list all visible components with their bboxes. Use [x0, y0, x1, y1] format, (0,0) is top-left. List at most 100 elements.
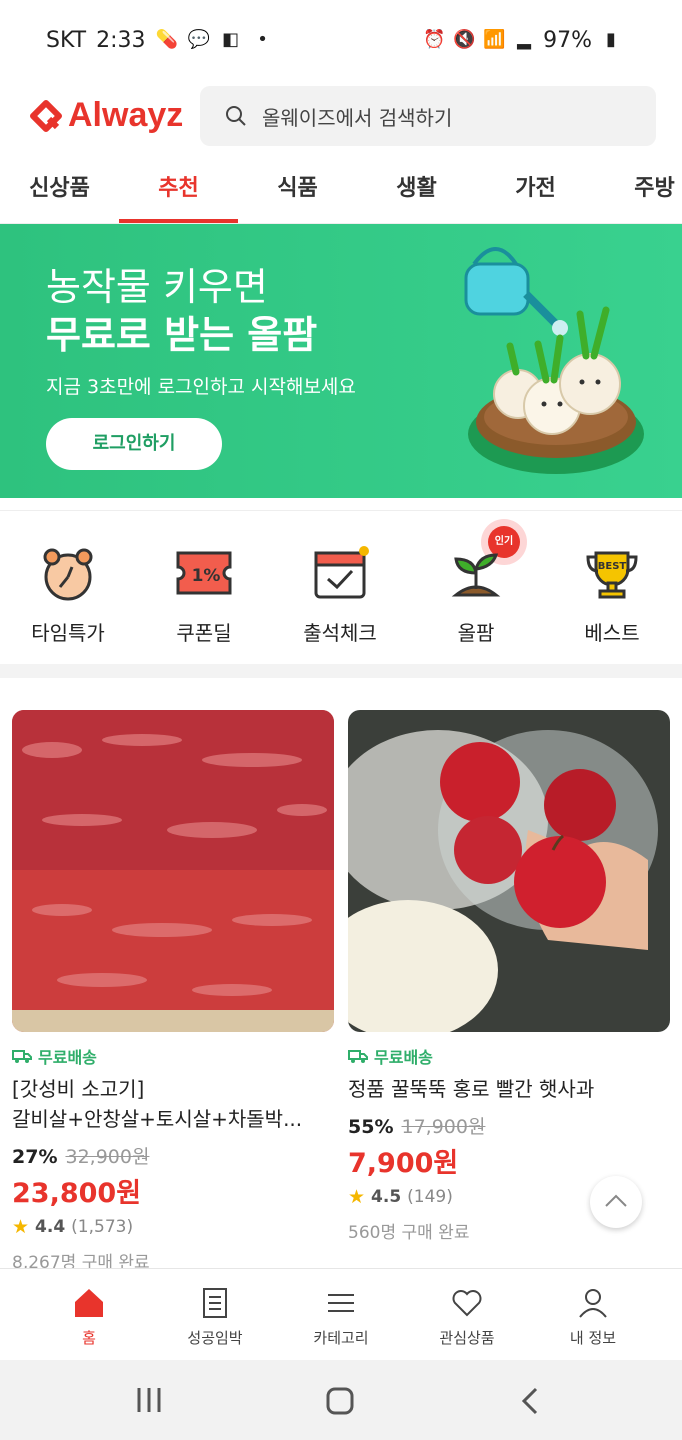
- nav-label: 관심상품: [439, 1329, 495, 1347]
- tab-food[interactable]: 식품: [238, 160, 357, 223]
- free-shipping-tag: 무료배송: [348, 1044, 670, 1068]
- nav-wishlist[interactable]: 관심상품: [404, 1269, 530, 1360]
- shipping-label: 무료배송: [38, 1048, 97, 1067]
- dot-icon: •: [257, 29, 268, 50]
- star-icon: ★: [348, 1186, 366, 1208]
- trophy-icon: BEST: [586, 551, 638, 599]
- bottom-navigation: 홈 성공임박 카테고리 관심상품 내 정보: [0, 1268, 682, 1360]
- sale-price: 23,800원: [12, 1178, 142, 1209]
- sprout-icon: [451, 553, 501, 597]
- sale-price: 7,900원: [348, 1148, 459, 1179]
- alarm-icon: ⏰: [423, 29, 446, 50]
- nav-label: 내 정보: [569, 1329, 617, 1347]
- recent-apps-button[interactable]: [134, 1386, 164, 1414]
- carrier: SKT: [46, 27, 87, 53]
- quick-coupon-deal[interactable]: 1% 쿠폰딜: [136, 511, 272, 664]
- truck-icon: [12, 1050, 32, 1063]
- alwayz-logo-icon: [30, 99, 62, 132]
- best-text: BEST: [598, 561, 627, 572]
- truck-icon: [348, 1050, 368, 1063]
- tab-kitchen[interactable]: 주방: [595, 160, 682, 223]
- app-header: Alwayz 올웨이즈에서 검색하기: [0, 80, 682, 152]
- user-icon: [579, 1289, 607, 1318]
- document-icon: [203, 1288, 227, 1318]
- mute-icon: 🔇: [453, 29, 476, 50]
- nav-success-soon[interactable]: 성공임박: [152, 1269, 278, 1360]
- clock: 2:33: [96, 27, 146, 53]
- search-icon: [226, 106, 246, 126]
- quick-label: 출석체크: [303, 621, 377, 645]
- back-button[interactable]: [516, 1386, 546, 1416]
- product-image-beef[interactable]: [12, 710, 334, 1032]
- product-name-line1: 정품 꿀뚝뚝 홍로 빨간 햇사과: [348, 1077, 595, 1101]
- login-button[interactable]: 로그인하기: [46, 418, 222, 470]
- quick-attendance[interactable]: 출석체크: [272, 511, 408, 664]
- nav-label: 성공임박: [187, 1329, 243, 1347]
- system-navigation-bar: [0, 1360, 682, 1440]
- shipping-label: 무료배송: [374, 1048, 433, 1067]
- nav-home[interactable]: 홈: [26, 1269, 152, 1360]
- search-input[interactable]: 올웨이즈에서 검색하기: [200, 86, 656, 146]
- banner-subtitle: 지금 3초만에 로그인하고 시작해보세요: [46, 376, 356, 398]
- product-image-apple[interactable]: [348, 710, 670, 1032]
- talk-icon: 💬: [187, 29, 210, 50]
- status-bar: SKT 2:33 💊 💬 ◧ • ⏰ 🔇 📶 ▂ 97% ▮: [0, 0, 682, 80]
- category-tabs: 신상품 추천 식품 생활 가전 주방: [0, 160, 682, 224]
- search-placeholder: 올웨이즈에서 검색하기: [262, 105, 453, 130]
- product-card[interactable]: 무료배송 정품 꿀뚝뚝 홍로 빨간 햇사과 55% 17,900원 7,900원…: [348, 710, 670, 1243]
- discount-rate: 27%: [12, 1146, 58, 1168]
- product-name-line2: 갈비살+안창살+토시살+차돌박...: [12, 1107, 303, 1131]
- rating-value: 4.4: [35, 1217, 66, 1237]
- wifi-icon: 📶: [483, 29, 506, 50]
- quick-menu: 타임특가 1% 쿠폰딜 출석체크 인기 올팜 BEST 베스트: [0, 510, 682, 664]
- heart-icon: [452, 1290, 482, 1317]
- product-card[interactable]: 무료배송 [갓성비 소고기] 갈비살+안창살+토시살+차돌박... 27% 32…: [12, 710, 334, 1273]
- banner-title-line2: 무료로 받는 올팜: [46, 313, 318, 357]
- quick-best[interactable]: BEST 베스트: [544, 511, 680, 664]
- battery-level: 97%: [543, 27, 592, 53]
- home-icon: [75, 1289, 103, 1317]
- quick-allfarm[interactable]: 인기 올팜: [408, 511, 544, 664]
- rating: ★ 4.4 (1,573): [12, 1216, 334, 1238]
- discount-rate: 55%: [348, 1116, 394, 1138]
- review-count: (149): [407, 1187, 453, 1207]
- alarm-clock-icon: [43, 548, 93, 601]
- quick-label: 베스트: [584, 621, 640, 645]
- pill-icon: 💊: [155, 29, 178, 50]
- logo[interactable]: Alwayz: [30, 96, 183, 135]
- allfarm-banner[interactable]: 농작물 키우면 무료로 받는 올팜 지금 3초만에 로그인하고 시작해보세요 로…: [0, 224, 682, 498]
- app-icon: ◧: [222, 29, 240, 50]
- product-name-line1: [갓성비 소고기]: [12, 1077, 145, 1101]
- free-shipping-tag: 무료배송: [12, 1044, 334, 1068]
- nav-label: 홈: [82, 1329, 96, 1347]
- chevron-up-icon: [605, 1194, 627, 1207]
- battery-icon: ▮: [606, 29, 616, 50]
- tab-recommend[interactable]: 추천: [119, 160, 238, 223]
- tab-new[interactable]: 신상품: [0, 160, 119, 223]
- logo-text: Alwayz: [68, 96, 184, 134]
- original-price: 17,900원: [401, 1116, 486, 1138]
- nav-label: 카테고리: [313, 1329, 369, 1347]
- calendar-check-icon: [314, 546, 369, 599]
- star-icon: ★: [12, 1216, 30, 1238]
- menu-icon: [328, 1294, 354, 1312]
- section-divider: [0, 664, 682, 678]
- quick-label: 쿠폰딜: [176, 621, 232, 645]
- nav-category[interactable]: 카테고리: [278, 1269, 404, 1360]
- quick-time-deal[interactable]: 타임특가: [0, 511, 136, 664]
- coupon-text: 1%: [192, 566, 221, 586]
- nav-my-info[interactable]: 내 정보: [530, 1269, 656, 1360]
- tab-appliance[interactable]: 가전: [476, 160, 595, 223]
- scroll-top-button[interactable]: [590, 1176, 642, 1228]
- quick-label: 타임특가: [31, 621, 105, 645]
- signal-icon: ▂: [517, 29, 532, 50]
- coupon-icon: 1%: [176, 551, 232, 595]
- quick-label: 올팜: [457, 621, 495, 645]
- original-price: 32,900원: [65, 1146, 150, 1168]
- tab-living[interactable]: 생활: [357, 160, 476, 223]
- banner-title-line1: 농작물 키우면: [46, 265, 268, 309]
- onion-farm-illustration: [464, 247, 644, 474]
- rating-value: 4.5: [371, 1187, 402, 1207]
- home-button[interactable]: [325, 1386, 355, 1416]
- review-count: (1,573): [71, 1217, 134, 1237]
